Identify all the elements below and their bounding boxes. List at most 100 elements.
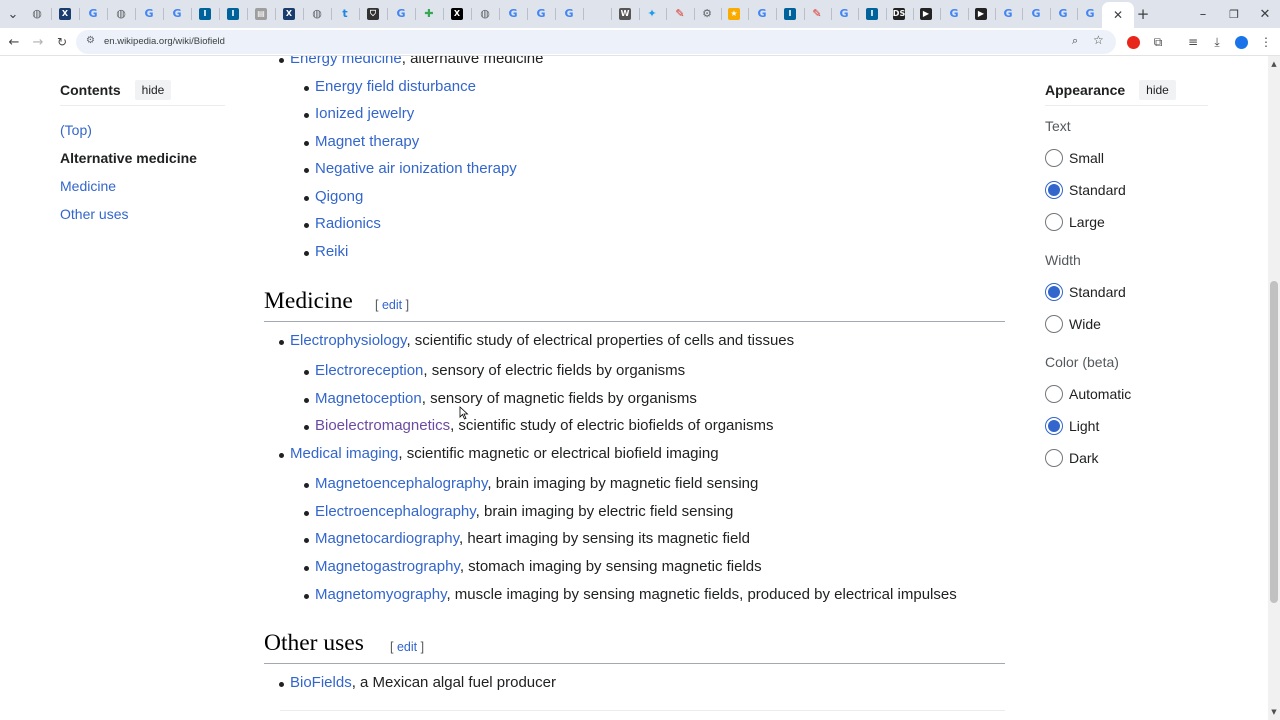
browser-tab[interactable]: G: [998, 4, 1018, 24]
edit-section-link[interactable]: [ edit ]: [375, 298, 409, 312]
browser-tab[interactable]: ▶: [971, 4, 991, 24]
browser-tab[interactable]: ★: [724, 4, 744, 24]
browser-tab[interactable]: ✚: [419, 4, 439, 24]
article-link[interactable]: Radionics: [315, 215, 381, 232]
toc-item[interactable]: Medicine: [60, 172, 225, 200]
radio-button[interactable]: [1045, 213, 1063, 231]
article-link[interactable]: Bioelectromagnetics: [315, 417, 450, 434]
radio-button[interactable]: [1045, 449, 1063, 467]
browser-tab[interactable]: ✎: [670, 4, 690, 24]
color-option-automatic[interactable]: Automatic: [1045, 378, 1208, 410]
radio-button[interactable]: [1045, 315, 1063, 333]
radio-button[interactable]: [1045, 385, 1063, 403]
browser-tab[interactable]: ▶: [916, 4, 936, 24]
article-link[interactable]: Magnetoencephalography: [315, 475, 487, 492]
browser-tab[interactable]: ✎: [807, 4, 827, 24]
browser-tab[interactable]: X: [279, 4, 299, 24]
edit-section-link[interactable]: [ edit ]: [390, 640, 424, 654]
edit-link[interactable]: edit: [397, 640, 417, 654]
article-link[interactable]: Magnetogastrography: [315, 558, 460, 575]
site-info-icon[interactable]: ⚙: [86, 35, 95, 46]
browser-tab[interactable]: G: [139, 4, 159, 24]
browser-tab[interactable]: G: [503, 4, 523, 24]
new-tab-button[interactable]: +: [1133, 4, 1153, 24]
browser-tab[interactable]: G: [531, 4, 551, 24]
reload-icon[interactable]: ↻: [52, 32, 72, 52]
browser-tab[interactable]: I: [862, 4, 882, 24]
browser-tab[interactable]: G: [944, 4, 964, 24]
page-scrollbar[interactable]: ▲ ▼: [1268, 56, 1280, 720]
edit-link[interactable]: edit: [382, 298, 402, 312]
appearance-hide-button[interactable]: hide: [1139, 79, 1176, 100]
text-size-option-standard[interactable]: Standard: [1045, 174, 1208, 206]
browser-tab[interactable]: G: [1080, 4, 1100, 24]
download-icon[interactable]: ⤓: [1207, 32, 1227, 52]
article-link[interactable]: Reiki: [315, 243, 348, 260]
toc-item[interactable]: Alternative medicine: [60, 144, 225, 172]
article-link[interactable]: Energy field disturbance: [315, 78, 476, 95]
minimize-icon[interactable]: –: [1193, 4, 1213, 24]
color-option-light[interactable]: Light: [1045, 410, 1208, 442]
browser-tab[interactable]: W: [615, 4, 635, 24]
radio-button[interactable]: [1045, 283, 1063, 301]
browser-tab[interactable]: I: [780, 4, 800, 24]
toc-hide-button[interactable]: hide: [134, 79, 172, 100]
radio-button[interactable]: [1045, 149, 1063, 167]
restore-icon[interactable]: ❐: [1224, 4, 1244, 24]
browser-tab[interactable]: X: [55, 4, 75, 24]
article-link[interactable]: Ionized jewelry: [315, 105, 414, 122]
extensions-puzzle-icon[interactable]: ⧉: [1148, 32, 1168, 52]
article-link[interactable]: Electroencephalography: [315, 503, 476, 520]
media-queue-icon[interactable]: ≡: [1183, 32, 1203, 52]
scroll-up-icon[interactable]: ▲: [1268, 58, 1280, 70]
menu-kebab-icon[interactable]: ⋮: [1256, 32, 1276, 52]
article-link[interactable]: Magnetoception: [315, 390, 422, 407]
article-link[interactable]: BioFields: [290, 674, 352, 691]
browser-tab[interactable]: ◍: [27, 4, 47, 24]
zoom-icon[interactable]: ⌕: [1072, 34, 1078, 48]
browser-tab[interactable]: I: [223, 4, 243, 24]
text-size-option-large[interactable]: Large: [1045, 206, 1208, 238]
toc-item[interactable]: Other uses: [60, 200, 225, 228]
browser-tab[interactable]: G: [559, 4, 579, 24]
bookmark-star-icon[interactable]: ☆: [1093, 33, 1104, 47]
article-link[interactable]: Electrophysiology: [290, 332, 406, 349]
browser-tab[interactable]: G: [834, 4, 854, 24]
article-link[interactable]: Qigong: [315, 188, 363, 205]
width-option-wide[interactable]: Wide: [1045, 308, 1208, 340]
browser-tab[interactable]: ◍: [475, 4, 495, 24]
scrollbar-thumb[interactable]: [1270, 281, 1278, 603]
extension-red-icon[interactable]: [1123, 32, 1143, 52]
color-option-dark[interactable]: Dark: [1045, 442, 1208, 474]
browser-tab[interactable]: G: [752, 4, 772, 24]
article-link[interactable]: Magnetomyography: [315, 586, 446, 603]
scroll-down-icon[interactable]: ▼: [1268, 706, 1280, 718]
browser-tab[interactable]: G: [1053, 4, 1073, 24]
browser-tab[interactable]: G: [391, 4, 411, 24]
address-bar[interactable]: ⚙ en.wikipedia.org/wiki/Biofield ⌕ ☆: [76, 30, 1116, 54]
browser-tab[interactable]: ▤: [251, 4, 271, 24]
browser-tab[interactable]: I: [195, 4, 215, 24]
browser-tab[interactable]: ◍: [111, 4, 131, 24]
article-link[interactable]: Magnetocardiography: [315, 530, 459, 547]
browser-tab[interactable]: t: [335, 4, 355, 24]
article-link[interactable]: Medical imaging: [290, 445, 398, 462]
browser-tab[interactable]: ⛉: [363, 4, 383, 24]
back-arrow-icon[interactable]: ←: [4, 32, 24, 52]
url-text[interactable]: en.wikipedia.org/wiki/Biofield: [104, 36, 225, 47]
article-link[interactable]: Magnet therapy: [315, 133, 419, 150]
article-link[interactable]: Electroreception: [315, 362, 423, 379]
tab-search-chevron-icon[interactable]: ⌄: [3, 4, 23, 24]
window-close-icon[interactable]: ✕: [1255, 4, 1275, 24]
browser-tab[interactable]: DS: [889, 4, 909, 24]
text-size-option-small[interactable]: Small: [1045, 142, 1208, 174]
browser-tab[interactable]: G: [83, 4, 103, 24]
close-icon[interactable]: ✕: [1113, 8, 1123, 22]
browser-tab[interactable]: ✦: [642, 4, 662, 24]
radio-button[interactable]: [1045, 417, 1063, 435]
article-link[interactable]: Negative air ionization therapy: [315, 160, 517, 177]
toc-item[interactable]: (Top): [60, 116, 225, 144]
forward-arrow-icon[interactable]: →: [28, 32, 48, 52]
active-tab[interactable]: ✕: [1102, 2, 1134, 28]
browser-tab[interactable]: G: [1026, 4, 1046, 24]
